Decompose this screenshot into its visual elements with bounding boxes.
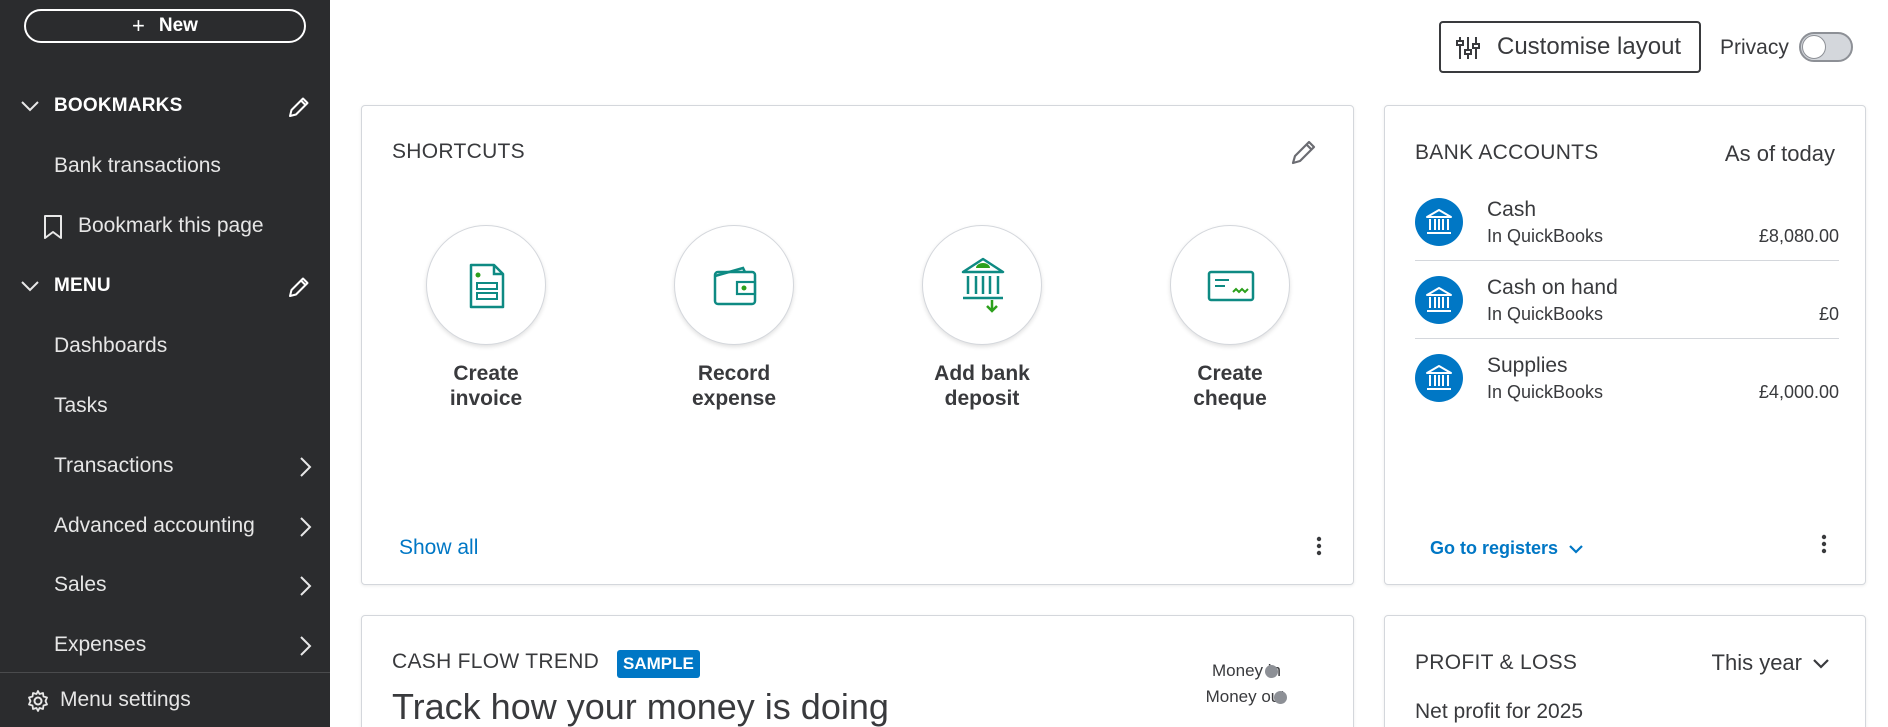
chevron-right-icon — [300, 457, 312, 477]
chevron-down-icon — [21, 281, 39, 292]
account-balance: £4,000.00 — [1758, 382, 1839, 402]
sidebar-item-transactions[interactable]: Transactions — [0, 444, 330, 488]
privacy-toggle[interactable] — [1799, 32, 1853, 62]
bank-icon — [1415, 198, 1463, 246]
edit-menu-icon[interactable] — [286, 274, 312, 300]
more-options-icon[interactable] — [1309, 534, 1329, 558]
period-dropdown[interactable]: This year — [1712, 650, 1830, 676]
account-name: Supplies — [1487, 354, 1568, 377]
chevron-down-icon — [1813, 659, 1829, 669]
sidebar-item-label: Transactions — [54, 454, 174, 477]
account-balance: £0 — [1818, 304, 1839, 324]
account-balance: £8,080.00 — [1758, 226, 1839, 246]
sidebar-item-label: Advanced accounting — [54, 514, 255, 537]
customise-layout-button[interactable]: Customise layout — [1439, 21, 1701, 73]
chevron-down-icon — [1569, 544, 1583, 554]
menu-header[interactable]: MENU — [0, 266, 330, 306]
bank-account-row[interactable]: Cash on hand In QuickBooks £0 — [1415, 276, 1839, 354]
go-to-registers-button[interactable]: Go to registers — [1430, 538, 1584, 559]
bank-account-row[interactable]: Cash In QuickBooks £8,080.00 — [1415, 198, 1839, 276]
bank-icon — [1415, 276, 1463, 324]
sidebar-item-label: Sales — [54, 573, 107, 596]
account-source: In QuickBooks — [1487, 382, 1604, 402]
profit-loss-card: PROFIT & LOSS This year Net profit for 2… — [1384, 615, 1866, 727]
chevron-right-icon — [300, 636, 312, 656]
account-source: In QuickBooks — [1487, 304, 1604, 324]
account-name: Cash on hand — [1487, 276, 1618, 299]
account-name: Cash — [1487, 198, 1537, 221]
bank-account-row[interactable]: Supplies In QuickBooks £4,000.00 — [1415, 354, 1839, 432]
chevron-down-icon — [21, 101, 39, 112]
sidebar-item-label: Bank transactions — [54, 154, 221, 177]
bank-accounts-card: BANK ACCOUNTS As of today Cash In QuickB… — [1384, 105, 1866, 585]
bank-accounts-title: BANK ACCOUNTS — [1415, 141, 1599, 164]
sidebar-item-label: Bookmark this page — [78, 214, 264, 237]
shortcut-circle — [426, 225, 546, 345]
bookmarks-header[interactable]: BOOKMARKS — [0, 86, 330, 126]
sidebar-item-label: Tasks — [54, 394, 108, 417]
shortcut-circle — [1170, 225, 1290, 345]
invoice-icon — [469, 263, 505, 309]
toggle-knob — [1802, 35, 1826, 59]
bookmarks-title: BOOKMARKS — [54, 95, 183, 116]
net-profit-label: Net profit for 2025 — [1415, 700, 1584, 723]
wallet-icon — [713, 266, 757, 306]
sidebar-item-advanced-accounting[interactable]: Advanced accounting — [0, 504, 330, 548]
sidebar-item-label: Dashboards — [54, 334, 168, 357]
more-options-icon[interactable] — [1814, 532, 1834, 556]
sample-badge: SAMPLE — [617, 650, 700, 678]
sidebar-item-expenses[interactable]: Expenses — [0, 623, 330, 667]
edit-shortcuts-icon[interactable] — [1288, 136, 1320, 168]
gear-icon — [28, 690, 48, 712]
go-to-registers-label: Go to registers — [1430, 538, 1559, 558]
sliders-icon — [1456, 37, 1480, 59]
customise-layout-label: Customise layout — [1497, 33, 1682, 60]
as-of-label: As of today — [1724, 141, 1835, 166]
menu-settings-button[interactable]: Menu settings — [0, 672, 330, 727]
sidebar-item-bookmark-this-page[interactable]: Bookmark this page — [0, 204, 330, 248]
divider — [1415, 260, 1839, 261]
legend-dot-money-in — [1265, 665, 1278, 678]
period-value: This year — [1711, 650, 1802, 675]
profit-loss-title: PROFIT & LOSS — [1415, 651, 1578, 674]
sidebar-item-label: Expenses — [54, 633, 147, 656]
new-button-label: New — [158, 15, 198, 36]
sidebar: + New BOOKMARKS Bank transactions Bookma… — [0, 0, 330, 727]
shortcuts-card: SHORTCUTS Create invoice Record expense … — [361, 105, 1354, 585]
menu-settings-label: Menu settings — [60, 688, 191, 711]
sidebar-item-tasks[interactable]: Tasks — [0, 384, 330, 428]
account-source: In QuickBooks — [1487, 226, 1604, 246]
sidebar-item-dashboards[interactable]: Dashboards — [0, 324, 330, 368]
privacy-label: Privacy — [1720, 36, 1789, 59]
shortcut-circle — [674, 225, 794, 345]
cash-flow-title: CASH FLOW TREND — [392, 650, 600, 673]
legend-dot-money-out — [1274, 691, 1287, 704]
divider — [1415, 338, 1839, 339]
cash-flow-card: CASH FLOW TREND SAMPLE Track how your mo… — [361, 615, 1354, 727]
shortcut-label: Add bank deposit — [934, 362, 1030, 410]
sidebar-item-sales[interactable]: Sales — [0, 563, 330, 607]
bank-icon — [1415, 354, 1463, 402]
shortcut-label: Create invoice — [449, 362, 523, 410]
shortcut-circle — [922, 225, 1042, 345]
bookmark-icon — [44, 215, 62, 239]
menu-title: MENU — [54, 275, 111, 296]
plus-icon: + — [132, 13, 145, 38]
cash-flow-heading: Track how your money is doing — [392, 686, 889, 727]
shortcut-label: Record expense — [691, 362, 777, 410]
new-button[interactable]: + New — [24, 9, 306, 43]
bank-deposit-icon — [961, 257, 1005, 313]
sidebar-item-bank-transactions[interactable]: Bank transactions — [0, 144, 330, 188]
show-all-link[interactable]: Show all — [399, 536, 478, 560]
chevron-right-icon — [300, 517, 312, 537]
chevron-right-icon — [300, 576, 312, 596]
shortcut-label: Create cheque — [1193, 362, 1267, 410]
shortcuts-title: SHORTCUTS — [392, 140, 525, 163]
edit-bookmarks-icon[interactable] — [286, 94, 312, 120]
cheque-icon — [1207, 270, 1255, 302]
